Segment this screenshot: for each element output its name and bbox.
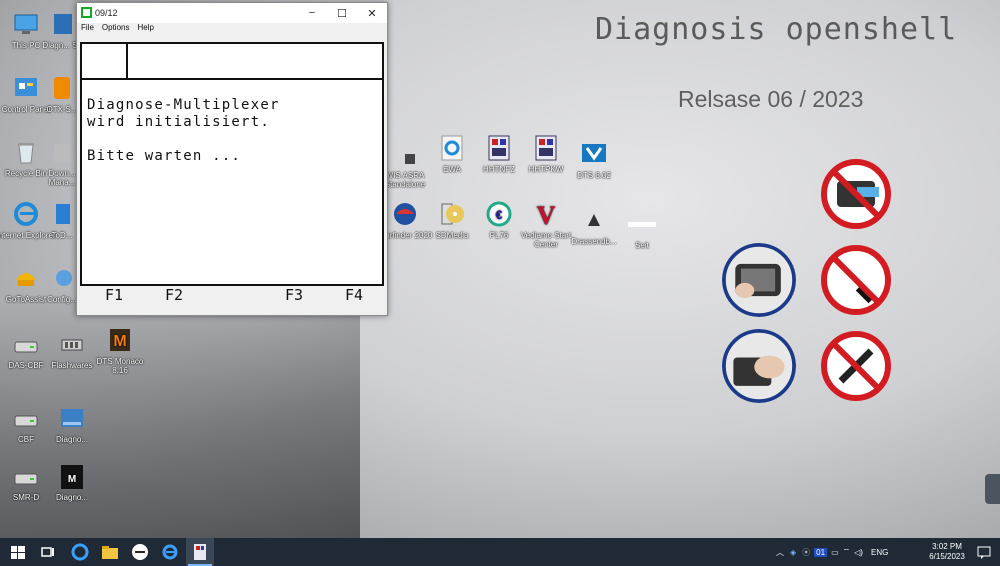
wifi-icon[interactable]: ⌔ xyxy=(843,547,851,557)
download-manager-icon xyxy=(54,144,70,162)
wallpaper-release: Relsase 06 / 2023 xyxy=(678,86,864,112)
drive-icon xyxy=(14,341,38,353)
no-screwdriver-sign-icon xyxy=(821,245,891,315)
sdmedia-icon xyxy=(441,203,464,225)
blank-icon xyxy=(628,222,656,227)
terminal-screen: Diagnose-Multiplexer wird initialisiert.… xyxy=(80,42,384,286)
svg-text:M: M xyxy=(68,474,76,485)
desktop-icon-dts-802[interactable]: DTS 8.02 xyxy=(562,140,626,180)
no-device-sign-icon xyxy=(821,159,891,229)
notification-icon[interactable] xyxy=(974,542,994,562)
menu-file[interactable]: File xyxy=(81,23,94,35)
language-indicator[interactable]: ENG xyxy=(871,548,888,557)
edge-widget[interactable] xyxy=(985,474,1000,504)
gotoassist-icon xyxy=(16,273,36,286)
config-icon xyxy=(56,270,72,286)
hht-taskbar-icon xyxy=(194,544,206,560)
clock-date: 6/15/2023 xyxy=(929,552,965,561)
pc-icon xyxy=(14,14,38,34)
maximize-button[interactable]: ☐ xyxy=(327,7,357,20)
app-icon xyxy=(81,7,92,18)
desktop-icon-dts-monaco[interactable]: M DTS Monaco 8.16 xyxy=(88,326,152,375)
control-panel-icon xyxy=(15,78,37,96)
tray-network-icon[interactable]: ▭ xyxy=(831,548,839,557)
tablet-hand-sign-icon xyxy=(722,243,796,317)
ewa-icon xyxy=(441,135,463,161)
f1-key[interactable]: F1 xyxy=(105,286,123,304)
menu-help[interactable]: Help xyxy=(137,23,153,35)
otx-icon xyxy=(54,77,70,99)
clock-time: 3:02 PM xyxy=(932,542,962,551)
todo-icon xyxy=(56,204,70,224)
tray-app-icon[interactable]: ◈ xyxy=(790,548,796,557)
wallpaper-title: Diagnosis openshell xyxy=(595,12,958,47)
dts-icon xyxy=(582,144,606,162)
no-soldering-sign-icon xyxy=(821,331,891,401)
svg-text:M: M xyxy=(113,333,126,350)
diagnosis-folder-icon xyxy=(61,409,83,427)
f3-key[interactable]: F3 xyxy=(285,286,303,304)
window-titlebar[interactable]: 09/12 − ☐ ✕ xyxy=(77,3,387,23)
pl76-icon: € xyxy=(486,201,512,227)
tray-chevron-icon[interactable]: ︿ xyxy=(776,547,784,558)
flash-icon xyxy=(61,339,83,351)
svg-text:€: € xyxy=(496,208,503,222)
file-explorer-icon[interactable] xyxy=(100,542,120,562)
vediamo-icon: V xyxy=(537,201,556,228)
drive-icon xyxy=(14,473,38,485)
window-title: 09/12 xyxy=(95,8,118,18)
starfinder-icon xyxy=(394,203,416,225)
system-tray: ︿ ◈ ⦿ 01 ▭ ⌔ ◁) ENG xyxy=(776,538,898,566)
desktop-icon-seit[interactable]: Seit xyxy=(610,210,674,250)
hht-icon xyxy=(535,135,557,161)
dts-monaco-icon: M xyxy=(110,329,130,351)
diagnosis-icon xyxy=(54,14,72,34)
internet-explorer-taskbar-icon[interactable] xyxy=(160,542,180,562)
volume-icon[interactable]: ◁) xyxy=(854,548,863,557)
menu-options[interactable]: Options xyxy=(102,23,130,35)
taskbar: ︿ ◈ ⦿ 01 ▭ ⌔ ◁) ENG 3:02 PM 6/15/2023 xyxy=(0,538,1000,566)
desktop-icon-diagnosis-black[interactable]: M Diagno... xyxy=(40,462,104,502)
menu-bar: File Options Help xyxy=(77,23,387,35)
hand-button-sign-icon xyxy=(722,329,796,403)
windows-start-icon[interactable] xyxy=(8,542,28,562)
app-circle-icon[interactable] xyxy=(130,542,150,562)
minimize-button[interactable]: − xyxy=(297,7,327,20)
recycle-bin-icon xyxy=(18,143,34,164)
status-message: Diagnose-Multiplexer wird initialisiert. xyxy=(87,97,280,130)
svg-text:V: V xyxy=(537,201,556,228)
drive-icon xyxy=(14,415,38,427)
f4-key[interactable]: F4 xyxy=(345,286,363,304)
clock[interactable]: 3:02 PM 6/15/2023 xyxy=(929,538,965,566)
wait-message: Bitte warten ... xyxy=(87,148,242,164)
tray-badge[interactable]: 01 xyxy=(814,547,828,557)
screen-header xyxy=(82,44,382,80)
database-icon xyxy=(588,214,600,226)
task-view-icon[interactable] xyxy=(38,542,58,562)
wis-icon xyxy=(405,154,415,164)
edge-browser-icon[interactable] xyxy=(70,542,90,562)
hht-icon xyxy=(488,135,510,161)
diagnosis-black-icon: M xyxy=(61,465,83,489)
close-button[interactable]: ✕ xyxy=(357,7,387,20)
header-divider xyxy=(126,44,128,78)
ie-icon xyxy=(14,202,38,226)
desktop-icon-diagnosis-folder[interactable]: Diagno... xyxy=(40,404,104,444)
f2-key[interactable]: F2 xyxy=(165,286,183,304)
active-app-taskbar-button[interactable] xyxy=(186,538,214,566)
app-window[interactable]: 09/12 − ☐ ✕ File Options Help Diagnose-M… xyxy=(76,2,388,316)
tray-bluetooth-icon[interactable]: ⦿ xyxy=(802,547,810,558)
